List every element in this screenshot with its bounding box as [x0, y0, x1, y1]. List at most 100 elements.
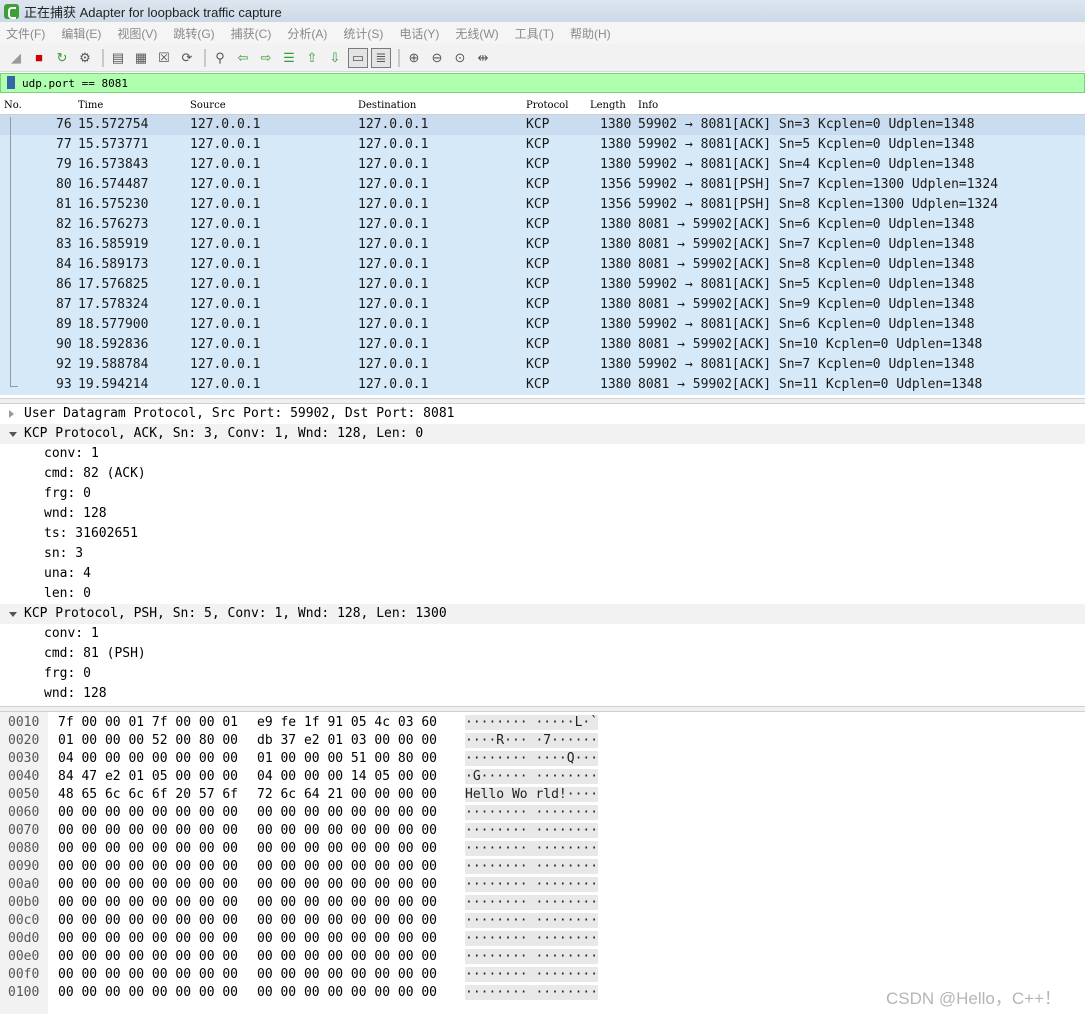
tree-text: conv: 1: [44, 446, 99, 461]
hex-bytes: 00 00 00 00 00 00 00 00: [257, 895, 438, 910]
column-header[interactable]: Protocol: [526, 100, 568, 111]
packet-row[interactable]: 77 15.573771 127.0.0.1 127.0.0.1 KCP 1380 5990…: [0, 135, 1085, 155]
packet-no: 80: [56, 177, 72, 192]
packet-row[interactable]: 79 16.573843 127.0.0.1 127.0.0.1 KCP 1380 5990…: [0, 155, 1085, 175]
packet-row[interactable]: 89 18.577900 127.0.0.1 127.0.0.1 KCP 1380 5990…: [0, 315, 1085, 335]
protocol-field[interactable]: cmd: 81 (PSH): [0, 644, 1085, 664]
hex-row[interactable]: 00c0 00 00 00 00 00 00 00 00 00 00 00 00 0…: [0, 912, 1085, 930]
menu-item[interactable]: 统计(S): [343, 25, 383, 42]
stop-icon[interactable]: ■: [29, 48, 49, 68]
protocol-field[interactable]: sn: 3: [0, 544, 1085, 564]
menu-item[interactable]: 电话(Y): [399, 25, 439, 42]
first-icon[interactable]: ⇧: [302, 48, 322, 68]
reload-icon[interactable]: ⟳: [177, 48, 197, 68]
resize-columns-icon[interactable]: ⇹: [473, 48, 493, 68]
packet-info: 8081 → 59902[ACK] Sn=7 Kcplen=0 Udplen=1…: [638, 237, 975, 252]
column-header[interactable]: Time: [78, 100, 103, 111]
packet-row[interactable]: 81 16.575230 127.0.0.1 127.0.0.1 KCP 1356 5990…: [0, 195, 1085, 215]
hex-row[interactable]: 00e0 00 00 00 00 00 00 00 00 00 00 00 00 0…: [0, 948, 1085, 966]
column-header[interactable]: Length: [590, 100, 626, 111]
forward-icon[interactable]: ⇨: [256, 48, 276, 68]
protocol-tree-node[interactable]: User Datagram Protocol, Src Port: 59902,…: [0, 404, 1085, 424]
hex-bytes: db 37 e2 01 03 00 00 00: [257, 733, 438, 748]
autoscroll-icon[interactable]: ▭: [348, 47, 368, 68]
menu-item[interactable]: 编辑(E): [61, 25, 101, 42]
zoom-out-icon[interactable]: ⊖: [427, 48, 447, 68]
menu-item[interactable]: 无线(W): [455, 25, 498, 42]
packet-row[interactable]: 90 18.592836 127.0.0.1 127.0.0.1 KCP 1380 8081…: [0, 335, 1085, 355]
find-icon[interactable]: ⚲: [210, 48, 230, 68]
hex-row[interactable]: 0090 00 00 00 00 00 00 00 00 00 00 00 00 0…: [0, 858, 1085, 876]
hex-bytes: 00 00 00 00 00 00 00 00: [58, 949, 239, 964]
hex-row[interactable]: 00b0 00 00 00 00 00 00 00 00 00 00 00 00 0…: [0, 894, 1085, 912]
column-header[interactable]: No.: [4, 100, 22, 111]
close-file-icon[interactable]: ☒: [154, 48, 174, 68]
hex-row[interactable]: 00d0 00 00 00 00 00 00 00 00 00 00 00 00 0…: [0, 930, 1085, 948]
shark-fin-icon[interactable]: ◢: [6, 48, 26, 68]
menu-item[interactable]: 视图(V): [117, 25, 157, 42]
last-icon[interactable]: ⇩: [325, 48, 345, 68]
packet-row[interactable]: 92 19.588784 127.0.0.1 127.0.0.1 KCP 1380 5990…: [0, 355, 1085, 375]
colorize-icon[interactable]: ≣: [371, 47, 391, 68]
packet-dst: 127.0.0.1: [358, 117, 429, 132]
protocol-field[interactable]: wnd: 128: [0, 504, 1085, 524]
hex-offset: 0030: [8, 751, 40, 766]
menu-item[interactable]: 捕获(C): [231, 25, 272, 42]
protocol-field[interactable]: len: 0: [0, 584, 1085, 604]
protocol-field[interactable]: wnd: 128: [0, 684, 1085, 704]
save-file-icon[interactable]: ▦: [131, 48, 151, 68]
hex-row[interactable]: 0030 04 00 00 00 00 00 00 00 01 00 00 00 5…: [0, 750, 1085, 768]
hex-row[interactable]: 00a0 00 00 00 00 00 00 00 00 00 00 00 00 0…: [0, 876, 1085, 894]
goto-icon[interactable]: ☰: [279, 48, 299, 68]
open-file-icon[interactable]: ▤: [108, 48, 128, 68]
hex-row[interactable]: 0040 84 47 e2 01 05 00 00 00 04 00 00 00 1…: [0, 768, 1085, 786]
hex-row[interactable]: 0070 00 00 00 00 00 00 00 00 00 00 00 00 0…: [0, 822, 1085, 840]
protocol-tree-node[interactable]: KCP Protocol, ACK, Sn: 3, Conv: 1, Wnd: …: [0, 424, 1085, 444]
packet-time: 16.574487: [78, 177, 149, 192]
packet-proto: KCP: [526, 257, 550, 272]
protocol-field[interactable]: frg: 0: [0, 484, 1085, 504]
zoom-in-icon[interactable]: ⊕: [404, 48, 424, 68]
zoom-normal-icon[interactable]: ⊙: [450, 48, 470, 68]
packet-proto: KCP: [526, 177, 550, 192]
packet-row[interactable]: 87 17.578324 127.0.0.1 127.0.0.1 KCP 1380 8081…: [0, 295, 1085, 315]
column-header[interactable]: Source: [190, 100, 226, 111]
packet-row[interactable]: 82 16.576273 127.0.0.1 127.0.0.1 KCP 1380 8081…: [0, 215, 1085, 235]
protocol-field[interactable]: conv: 1: [0, 624, 1085, 644]
hex-row[interactable]: 0060 00 00 00 00 00 00 00 00 00 00 00 00 0…: [0, 804, 1085, 822]
packet-row[interactable]: 93 19.594214 127.0.0.1 127.0.0.1 KCP 1380 8081…: [0, 375, 1085, 395]
watermark: CSDN @Hello，C++！: [886, 989, 1062, 1008]
expanded-arrow-icon[interactable]: [9, 432, 17, 437]
protocol-field[interactable]: cmd: 82 (ACK): [0, 464, 1085, 484]
menu-item[interactable]: 分析(A): [287, 25, 327, 42]
restart-icon[interactable]: ↻: [52, 48, 72, 68]
display-filter-input[interactable]: [22, 74, 1084, 92]
protocol-tree-node[interactable]: KCP Protocol, PSH, Sn: 5, Conv: 1, Wnd: …: [0, 604, 1085, 624]
menu-item[interactable]: 工具(T): [515, 25, 554, 42]
menu-item[interactable]: 文件(F): [6, 25, 45, 42]
back-icon[interactable]: ⇦: [233, 48, 253, 68]
filter-bookmark-icon[interactable]: [4, 75, 18, 91]
collapsed-arrow-icon[interactable]: [9, 410, 14, 418]
packet-row[interactable]: 80 16.574487 127.0.0.1 127.0.0.1 KCP 1356 5990…: [0, 175, 1085, 195]
hex-row[interactable]: 0020 01 00 00 00 52 00 80 00 db 37 e2 01 0…: [0, 732, 1085, 750]
hex-row[interactable]: 0050 48 65 6c 6c 6f 20 57 6f 72 6c 64 21 0…: [0, 786, 1085, 804]
column-header[interactable]: Info: [638, 100, 658, 111]
expanded-arrow-icon[interactable]: [9, 612, 17, 617]
packet-row[interactable]: 83 16.585919 127.0.0.1 127.0.0.1 KCP 1380 8081…: [0, 235, 1085, 255]
hex-row[interactable]: 0010 7f 00 00 01 7f 00 00 01 e9 fe 1f 91 0…: [0, 714, 1085, 732]
hex-row[interactable]: 0080 00 00 00 00 00 00 00 00 00 00 00 00 0…: [0, 840, 1085, 858]
hex-row[interactable]: 00f0 00 00 00 00 00 00 00 00 00 00 00 00 0…: [0, 966, 1085, 984]
protocol-field[interactable]: una: 4: [0, 564, 1085, 584]
protocol-field[interactable]: frg: 0: [0, 664, 1085, 684]
column-header[interactable]: Destination: [358, 100, 416, 111]
options-icon[interactable]: ⚙: [75, 48, 95, 68]
packet-row[interactable]: 76 15.572754 127.0.0.1 127.0.0.1 KCP 1380 5990…: [0, 115, 1085, 135]
hex-ascii: ········ ········: [465, 805, 599, 820]
protocol-field[interactable]: ts: 31602651: [0, 524, 1085, 544]
packet-row[interactable]: 86 17.576825 127.0.0.1 127.0.0.1 KCP 1380 5990…: [0, 275, 1085, 295]
packet-row[interactable]: 84 16.589173 127.0.0.1 127.0.0.1 KCP 1380 8081…: [0, 255, 1085, 275]
menu-item[interactable]: 帮助(H): [570, 25, 611, 42]
protocol-field[interactable]: conv: 1: [0, 444, 1085, 464]
menu-item[interactable]: 跳转(G): [173, 25, 214, 42]
